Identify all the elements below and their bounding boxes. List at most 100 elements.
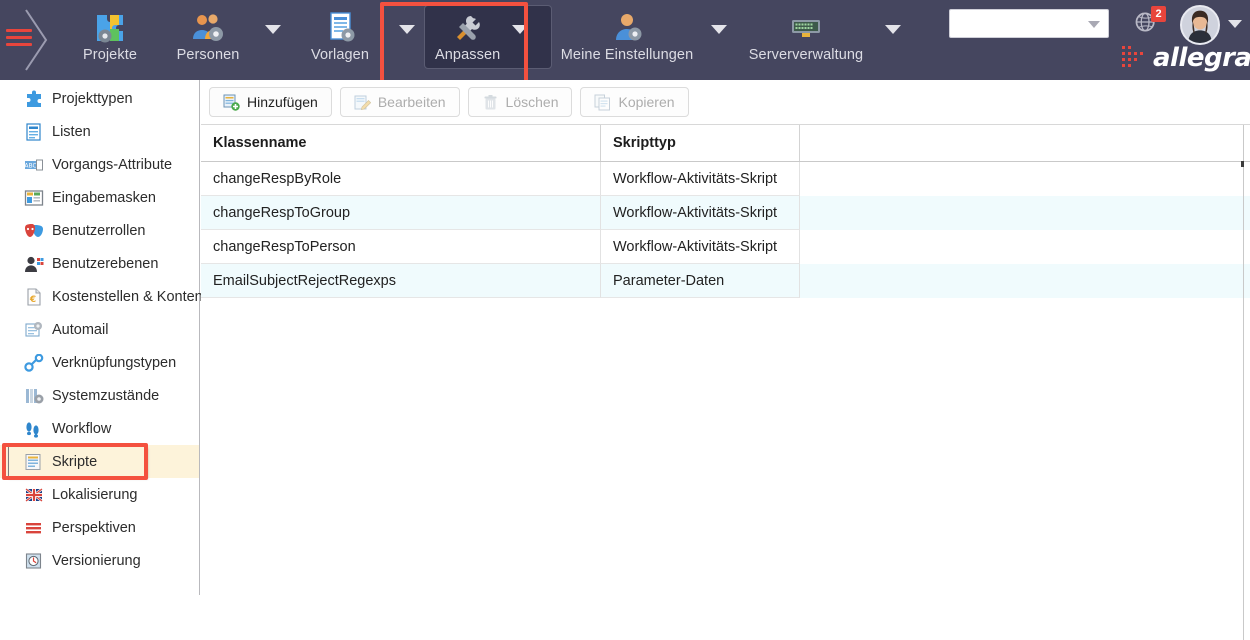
nav-caret-meine-einstellungen[interactable] <box>702 0 736 80</box>
chevron-down-icon <box>399 24 415 34</box>
puzzle-icon <box>24 90 44 108</box>
puzzle-gear-icon <box>97 15 123 43</box>
sidebar-item-label: Eingabemasken <box>52 189 156 206</box>
menu-toggle-zone[interactable] <box>0 0 60 80</box>
sidebar-item-benutzerrollen[interactable]: Benutzerrollen <box>0 214 199 247</box>
table-row[interactable]: EmailSubjectRejectRegexps Parameter-Date… <box>201 264 1250 298</box>
abc-field-icon: ABC <box>24 156 44 174</box>
system-state-icon <box>24 387 44 405</box>
script-icon <box>24 453 44 471</box>
button-label: Hinzufügen <box>247 94 318 110</box>
table-row[interactable]: changeRespToPerson Workflow-Aktivitäts-S… <box>201 230 1250 264</box>
nav-label: Anpassen <box>435 47 501 63</box>
cell-skripttyp: Workflow-Aktivitäts-Skript <box>601 162 800 196</box>
cell-klassenname: EmailSubjectRejectRegexps <box>201 264 601 298</box>
sidebar-item-benutzerebenen[interactable]: Benutzerebenen <box>0 247 199 280</box>
footsteps-icon <box>24 420 44 438</box>
uk-flag-icon <box>24 486 44 504</box>
cell-skripttyp: Workflow-Aktivitäts-Skript <box>601 196 800 230</box>
chevron-down-icon <box>1088 21 1100 28</box>
kopieren-button[interactable]: Kopieren <box>580 87 689 117</box>
nav-item-meine-einstellungen[interactable]: Meine Einstellungen <box>552 0 702 80</box>
search-select[interactable] <box>949 9 1109 38</box>
sidebar-item-automail[interactable]: Automail <box>0 313 199 346</box>
expand-chevron-icon <box>25 9 48 71</box>
cell-skripttyp: Workflow-Aktivitäts-Skript <box>601 230 800 264</box>
chevron-down-icon <box>885 24 901 34</box>
sidebar-item-vorgangs-attribute[interactable]: ABC Vorgangs-Attribute <box>0 148 199 181</box>
nav-caret-serververwaltung[interactable] <box>876 0 910 80</box>
sidebar-item-workflow[interactable]: Workflow <box>0 412 199 445</box>
tools-icon <box>456 16 480 40</box>
sidebar-item-label: Benutzerebenen <box>52 255 159 272</box>
scripts-table: Klassenname Skripttyp changeRespByRole W… <box>201 125 1250 640</box>
sidebar-item-kostenstellen-konten[interactable]: € Kostenstellen & Konten <box>0 280 203 313</box>
nav-item-serververwaltung[interactable]: Serververwaltung <box>736 0 876 80</box>
notification-badge: 2 <box>1151 6 1166 22</box>
loeschen-button[interactable]: Löschen <box>467 87 573 117</box>
nav-item-vorlagen[interactable]: Vorlagen <box>290 0 390 80</box>
column-header-skripttyp[interactable]: Skripttyp <box>601 125 800 161</box>
user-avatar-image <box>1182 7 1218 43</box>
nav-label: Projekte <box>83 47 137 63</box>
sidebar-item-eingabemasken[interactable]: Eingabemasken <box>0 181 199 214</box>
sidebar-item-label: Projekttypen <box>52 90 133 107</box>
sidebar-item-verknuepfungstypen[interactable]: Verknüpfungstypen <box>0 346 199 379</box>
column-header-klassenname[interactable]: Klassenname <box>201 125 601 161</box>
table-header-row: Klassenname Skripttyp <box>201 125 1250 162</box>
nav-caret-vorlagen[interactable] <box>390 0 424 80</box>
sidebar-item-label: Lokalisierung <box>52 486 138 503</box>
sidebar-item-versionierung[interactable]: Versionierung <box>0 544 199 577</box>
link-chain-icon <box>24 353 44 372</box>
svg-text:ABC: ABC <box>24 162 36 169</box>
nav-label: Vorlagen <box>310 47 370 63</box>
sidebar: Projekttypen Listen ABC Vorgangs-Attribu… <box>0 80 203 595</box>
avatar[interactable] <box>1180 5 1220 45</box>
sidebar-item-lokalisierung[interactable]: Lokalisierung <box>0 478 199 511</box>
nav-label: Meine Einstellungen <box>560 47 694 63</box>
nav-label: Personen <box>176 47 240 63</box>
nav-caret-anpassen[interactable] <box>512 24 529 34</box>
grid-toolbar: Hinzufügen Bearbeiten Löschen Kopieren <box>201 80 1250 125</box>
main-content: Hinzufügen Bearbeiten Löschen Kopieren K… <box>201 80 1250 640</box>
top-navigation-bar: Projekte Personen Vorlagen Anpassen Mein… <box>0 0 1250 80</box>
language-globe-button[interactable]: 2 <box>1133 6 1166 39</box>
sidebar-item-label: Automail <box>52 321 109 338</box>
cell-klassenname: changeRespByRole <box>201 162 601 196</box>
allegra-dots-logo <box>1122 46 1143 67</box>
nav-caret-personen[interactable] <box>256 0 290 80</box>
table-row[interactable]: changeRespByRole Workflow-Aktivitäts-Skr… <box>201 162 1250 196</box>
sidebar-item-label: Skripte <box>52 453 98 470</box>
sidebar-item-perspektiven[interactable]: Perspektiven <box>0 511 199 544</box>
euro-document-icon: € <box>24 287 44 306</box>
nav-item-personen[interactable]: Personen <box>160 0 256 80</box>
nav-item-anpassen-wrapper: Anpassen <box>424 0 552 69</box>
edit-pencil-icon <box>354 94 372 111</box>
sidebar-item-label: Listen <box>52 123 91 140</box>
sidebar-item-label: Workflow <box>52 420 112 437</box>
sidebar-item-label: Benutzerrollen <box>52 222 146 239</box>
button-label: Kopieren <box>618 94 675 110</box>
sidebar-item-projekttypen[interactable]: Projekttypen <box>0 82 199 115</box>
sidebar-item-label: Vorgangs-Attribute <box>52 156 173 173</box>
sidebar-item-skripte[interactable]: Skripte <box>0 445 199 478</box>
copy-icon <box>594 94 611 111</box>
chevron-down-icon <box>512 24 529 34</box>
bearbeiten-button[interactable]: Bearbeiten <box>339 87 460 117</box>
brand-logo: allegra <box>1120 40 1250 76</box>
avatar-chevron-down-icon[interactable] <box>1228 20 1242 28</box>
svg-text:€: € <box>29 295 36 305</box>
nav-item-projekte[interactable]: Projekte <box>60 0 160 80</box>
table-row[interactable]: changeRespToGroup Workflow-Aktivitäts-Sk… <box>201 196 1250 230</box>
red-bars-icon <box>24 519 44 537</box>
sidebar-item-systemzustaende[interactable]: Systemzustände <box>0 379 199 412</box>
user-levels-icon <box>24 255 44 273</box>
theater-masks-icon <box>24 222 44 240</box>
column-resize-handle[interactable] <box>1241 161 1244 167</box>
brand-name: allegra <box>1153 43 1250 73</box>
sidebar-item-listen[interactable]: Listen <box>0 115 199 148</box>
nav-label: Serververwaltung <box>748 47 864 63</box>
hinzufuegen-button[interactable]: Hinzufügen <box>209 87 332 117</box>
nav-item-anpassen[interactable]: Anpassen <box>424 5 552 69</box>
column-header-empty[interactable] <box>800 125 1250 161</box>
